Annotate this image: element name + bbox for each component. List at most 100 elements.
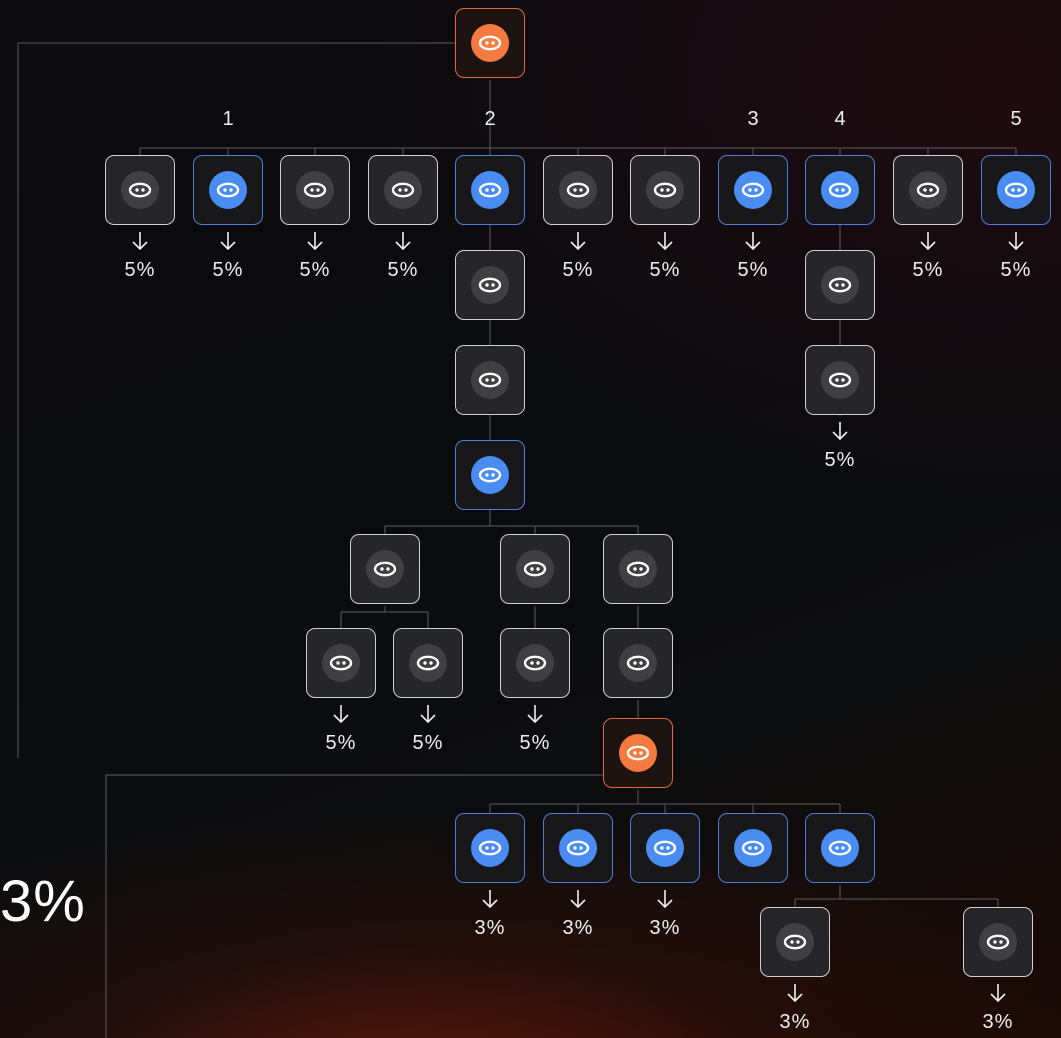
arrow-down-icon [743, 231, 763, 251]
agent-node[interactable] [543, 813, 613, 883]
arrow-down-icon [480, 889, 500, 909]
column-label-5: 5 [1010, 108, 1022, 130]
arrow-down-icon [830, 421, 850, 441]
agent-node[interactable] [718, 813, 788, 883]
percentage-label: 5% [124, 259, 156, 281]
agent-icon [646, 829, 684, 867]
agent-icon [734, 171, 772, 209]
agent-node[interactable] [760, 907, 830, 977]
agent-icon [516, 644, 554, 682]
agent-node[interactable] [805, 813, 875, 883]
arrow-down-icon [655, 231, 675, 251]
agent-node[interactable] [805, 345, 875, 415]
arrow-down-icon [655, 889, 675, 909]
orchestrator-node[interactable] [455, 8, 525, 78]
agent-node[interactable] [603, 628, 673, 698]
agent-node[interactable] [963, 907, 1033, 977]
agent-node[interactable] [455, 440, 525, 510]
percentage-label: 5% [387, 259, 419, 281]
arrow-down-icon [918, 231, 938, 251]
agent-node[interactable] [193, 155, 263, 225]
percentage-label: 5% [412, 732, 444, 754]
percentage-label: 5% [824, 449, 856, 471]
agent-icon [322, 644, 360, 682]
agent-icon [997, 171, 1035, 209]
percentage-label: 5% [562, 259, 594, 281]
agent-icon [516, 550, 554, 588]
percentage-label: 3% [474, 917, 506, 939]
arrow-down-icon [1006, 231, 1026, 251]
agent-icon [821, 361, 859, 399]
agent-icon [121, 171, 159, 209]
agent-icon [471, 361, 509, 399]
agent-node[interactable] [105, 155, 175, 225]
agent-icon [384, 171, 422, 209]
percentage-label: 3% [982, 1011, 1014, 1033]
percentage-label: 5% [1000, 259, 1032, 281]
arrow-down-icon [568, 231, 588, 251]
agent-icon [979, 923, 1017, 961]
agent-icon [909, 171, 947, 209]
agent-icon [409, 644, 447, 682]
agent-icon [821, 171, 859, 209]
percentage-label: 5% [325, 732, 357, 754]
column-label-4: 4 [834, 108, 846, 130]
agent-node[interactable] [500, 534, 570, 604]
agent-node[interactable] [603, 534, 673, 604]
agent-icon [471, 24, 509, 62]
percentage-label: 5% [519, 732, 551, 754]
column-label-3: 3 [747, 108, 759, 130]
agent-icon [559, 829, 597, 867]
agent-icon [471, 171, 509, 209]
arrow-down-icon [568, 889, 588, 909]
agent-node[interactable] [718, 155, 788, 225]
agent-icon [366, 550, 404, 588]
agent-node[interactable] [350, 534, 420, 604]
agent-node[interactable] [393, 628, 463, 698]
agent-icon [619, 644, 657, 682]
agent-node[interactable] [280, 155, 350, 225]
agent-node[interactable] [455, 155, 525, 225]
arrow-down-icon [785, 983, 805, 1003]
agent-icon [559, 171, 597, 209]
agent-icon [209, 171, 247, 209]
percentage-label: 3% [779, 1011, 811, 1033]
agent-node[interactable] [805, 250, 875, 320]
agent-node[interactable] [500, 628, 570, 698]
agent-node[interactable] [455, 250, 525, 320]
agent-icon [821, 829, 859, 867]
arrow-down-icon [525, 704, 545, 724]
summary-percentage: 3% [0, 869, 86, 934]
agent-node[interactable] [543, 155, 613, 225]
agent-icon [776, 923, 814, 961]
agent-node[interactable] [630, 155, 700, 225]
agent-icon [471, 266, 509, 304]
agent-icon [471, 456, 509, 494]
agent-node[interactable] [893, 155, 963, 225]
percentage-label: 5% [212, 259, 244, 281]
agent-icon [619, 550, 657, 588]
agent-icon [296, 171, 334, 209]
arrow-down-icon [331, 704, 351, 724]
agent-node[interactable] [368, 155, 438, 225]
agent-node[interactable] [805, 155, 875, 225]
agent-node[interactable] [455, 345, 525, 415]
arrow-down-icon [130, 231, 150, 251]
agent-node[interactable] [306, 628, 376, 698]
agent-icon [471, 829, 509, 867]
column-label-1: 1 [222, 108, 234, 130]
agent-node[interactable] [630, 813, 700, 883]
percentage-label: 5% [912, 259, 944, 281]
percentage-label: 5% [299, 259, 331, 281]
agent-node[interactable] [981, 155, 1051, 225]
orchestrator-node[interactable] [603, 718, 673, 788]
arrow-down-icon [393, 231, 413, 251]
arrow-down-icon [418, 704, 438, 724]
column-label-2: 2 [484, 108, 496, 130]
arrow-down-icon [218, 231, 238, 251]
agent-icon [646, 171, 684, 209]
agent-node[interactable] [455, 813, 525, 883]
percentage-label: 5% [737, 259, 769, 281]
arrow-down-icon [305, 231, 325, 251]
arrow-down-icon [988, 983, 1008, 1003]
